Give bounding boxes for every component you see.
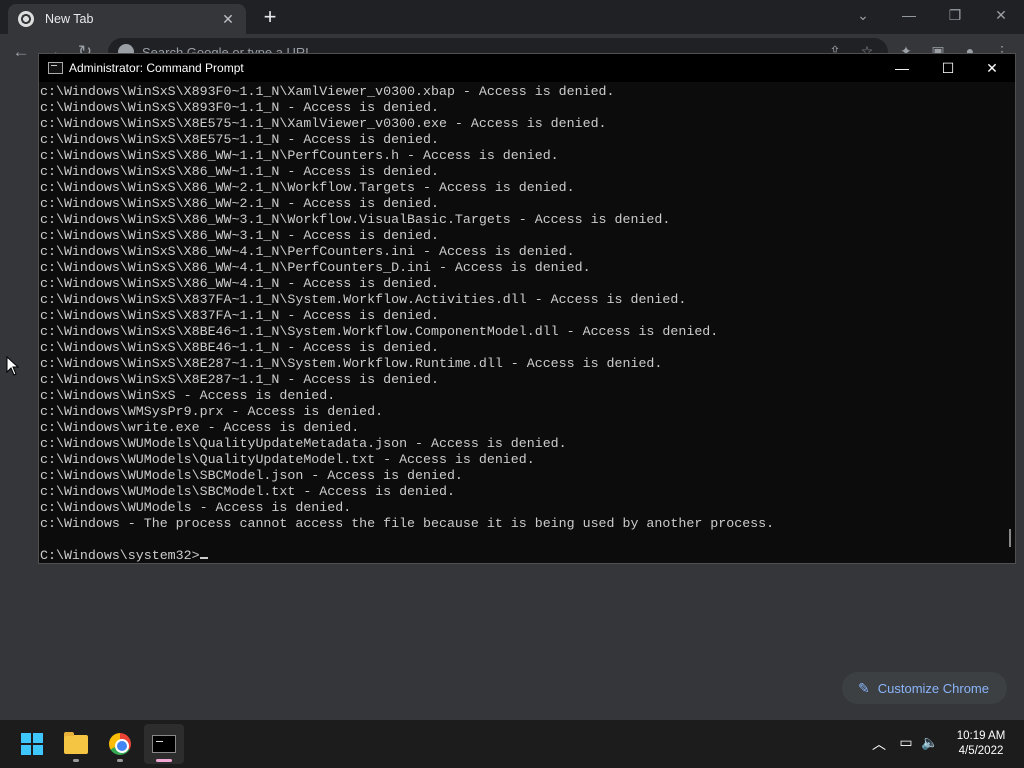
cmd-output-line: c:\Windows\WinSxS\X86_WW~2.1_N - Access … (40, 196, 439, 211)
cmd-output-line: c:\Windows\WinSxS - Access is denied. (40, 388, 336, 403)
mouse-pointer-icon (6, 356, 20, 376)
cmd-output-line: c:\Windows\WinSxS\X837FA~1.1_N\System.Wo… (40, 292, 687, 307)
cmd-output-line: c:\Windows\WinSxS\X86_WW~2.1_N\Workflow.… (40, 180, 575, 195)
cmd-output-line: c:\Windows\WinSxS\X86_WW~4.1_N\PerfCount… (40, 260, 591, 275)
running-indicator (117, 759, 123, 762)
cmd-maximize-icon[interactable]: ☐ (925, 54, 971, 82)
cmd-output-line: c:\Windows\WUModels\QualityUpdateMetadat… (40, 436, 567, 451)
new-tab-button[interactable]: + (258, 6, 282, 30)
start-icon (21, 733, 43, 755)
cmd-output-line: c:\Windows\WinSxS\X86_WW~3.1_N - Access … (40, 228, 439, 243)
cmd-output-line: c:\Windows\WinSxS\X893F0~1.1_N - Access … (40, 100, 439, 115)
cmd-output-line: c:\Windows\WinSxS\X8E575~1.1_N - Access … (40, 132, 439, 147)
tab-close-icon[interactable]: ✕ (220, 11, 236, 28)
cmd-output-line: c:\Windows\WinSxS\X8E287~1.1_N\System.Wo… (40, 356, 663, 371)
cmd-titlebar[interactable]: Administrator: Command Prompt — ☐ ✕ (39, 54, 1015, 82)
cmd-prompt-line[interactable]: C:\Windows\system32> (40, 548, 1004, 562)
tab-new-tab[interactable]: New Tab ✕ (8, 4, 246, 34)
clock-date: 4/5/2022 (958, 745, 1004, 757)
tray-overflow-icon[interactable]: ︿ (869, 734, 889, 754)
taskbar: ︿ ▭ 🔈 10:19 AM 4/5/2022 (0, 720, 1024, 768)
cmd-output-line: c:\Windows\WUModels\SBCModel.txt - Acces… (40, 484, 455, 499)
cmd-output-line: c:\Windows\WinSxS\X8BE46~1.1_N\System.Wo… (40, 324, 719, 339)
cmd-output-line: c:\Windows\write.exe - Access is denied. (40, 420, 360, 435)
cmd-output-line: c:\Windows\WinSxS\X86_WW~4.1_N\PerfCount… (40, 244, 575, 259)
minimize-icon[interactable]: — (894, 4, 924, 26)
chrome-icon (109, 733, 131, 755)
cmd-output-line: c:\Windows\WinSxS\X8BE46~1.1_N - Access … (40, 340, 439, 355)
volume-icon[interactable]: 🔈 (920, 734, 940, 751)
cmd-output-line: c:\Windows\WUModels - Access is denied. (40, 500, 352, 515)
cmd-output-line: c:\Windows - The process cannot access t… (40, 516, 775, 531)
chrome-favicon-icon (18, 11, 34, 27)
network-icon[interactable]: ▭ (896, 734, 916, 751)
cmd-scrollbar[interactable] (1009, 529, 1011, 547)
cmd-output-line: c:\Windows\WinSxS\X86_WW~1.1_N\PerfCount… (40, 148, 559, 163)
tab-search-icon[interactable]: ⌄ (848, 4, 878, 26)
pencil-icon: ✎ (858, 679, 870, 696)
cmd-close-icon[interactable]: ✕ (969, 54, 1015, 82)
cmd-output-line: c:\Windows\WinSxS\X837FA~1.1_N - Access … (40, 308, 439, 323)
file-explorer-button[interactable] (56, 724, 96, 764)
cmd-output-line: c:\Windows\WinSxS\X86_WW~1.1_N - Access … (40, 164, 439, 179)
chrome-taskbar-button[interactable] (100, 724, 140, 764)
cmd-output-line: c:\Windows\WinSxS\X893F0~1.1_N\XamlViewe… (40, 84, 615, 99)
cmd-title: Administrator: Command Prompt (69, 61, 244, 75)
cmd-minimize-icon[interactable]: — (879, 54, 925, 82)
start-button[interactable] (12, 724, 52, 764)
file-explorer-icon (64, 731, 88, 754)
cmd-app-icon (48, 62, 63, 74)
clock-time: 10:19 AM (956, 730, 1006, 742)
terminal-taskbar-button[interactable] (144, 724, 184, 764)
terminal-icon (152, 735, 176, 753)
cmd-output-line: c:\Windows\WinSxS\X86_WW~3.1_N\Workflow.… (40, 212, 671, 227)
command-prompt-window: Administrator: Command Prompt — ☐ ✕ c:\W… (38, 53, 1016, 564)
close-icon[interactable]: ✕ (986, 4, 1016, 26)
cmd-output-line: c:\Windows\WinSxS\X86_WW~4.1_N - Access … (40, 276, 439, 291)
tab-title: New Tab (45, 12, 94, 26)
back-icon[interactable]: ← (10, 41, 32, 63)
taskbar-clock[interactable]: 10:19 AM 4/5/2022 (948, 729, 1014, 759)
active-indicator (156, 759, 172, 762)
cmd-output-line: c:\Windows\WUModels\SBCModel.json - Acce… (40, 468, 463, 483)
cmd-output-line: c:\Windows\WUModels\QualityUpdateModel.t… (40, 452, 535, 467)
cmd-output-line: c:\Windows\WinSxS\X8E575~1.1_N\XamlViewe… (40, 116, 607, 131)
customize-chrome-button[interactable]: ✎ Customize Chrome (842, 672, 1007, 704)
chrome-tabstrip: New Tab ✕ + ⌄ — ❐ ✕ (0, 0, 1024, 34)
running-indicator (73, 759, 79, 762)
cmd-output-line: c:\Windows\WMSysPr9.prx - Access is deni… (40, 404, 384, 419)
restore-icon[interactable]: ❐ (940, 4, 970, 26)
customize-chrome-label: Customize Chrome (877, 680, 989, 696)
text-cursor (199, 557, 208, 559)
cmd-output[interactable]: c:\Windows\WinSxS\X893F0~1.1_N\XamlViewe… (40, 84, 1004, 562)
cmd-output-line: c:\Windows\WinSxS\X8E287~1.1_N - Access … (40, 372, 439, 387)
cmd-prompt: C:\Windows\system32> (40, 548, 200, 562)
cmd-blank-line (40, 532, 1004, 548)
